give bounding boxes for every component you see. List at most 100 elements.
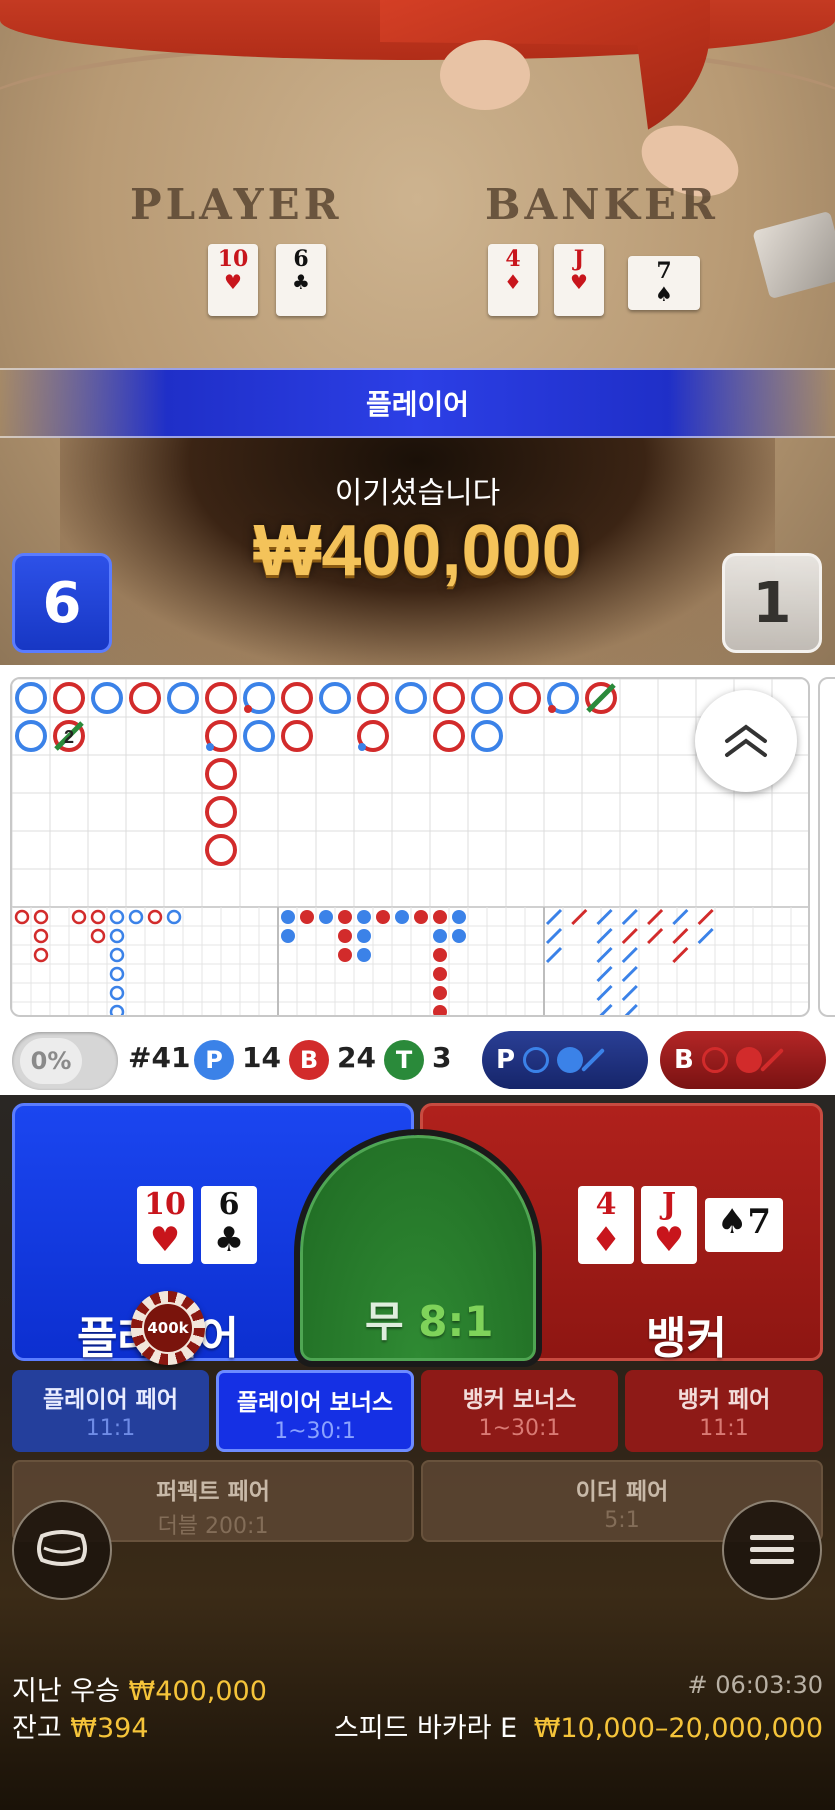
small-road-mark [300,910,314,924]
big-road-bead [205,758,237,790]
cockroach-mark [621,927,638,945]
blue-dot-icon [557,1047,584,1073]
player-pair-bet[interactable]: 플레이어 페어 11:1 [12,1370,209,1452]
percentage-toggle[interactable]: 0% [12,1032,118,1090]
small-road-mark [319,910,333,924]
bet-limits: ₩10,000–20,000,000 [533,1713,823,1744]
small-road-mark [357,929,371,943]
small-road-mark [281,929,295,943]
small-road-mark [357,910,371,924]
card-rank: 10 [217,246,249,272]
roadmap-grid[interactable]: 2 [10,677,810,1017]
card-rank: 6 [218,1187,240,1222]
card-suit: ♦ [504,270,522,294]
player-bonus-bet[interactable]: 플레이어 보너스 1~30:1 [216,1370,414,1452]
big-eye-mark [109,966,125,982]
placed-chip[interactable]: 400k [131,1291,205,1365]
table-banker-label: BANKER [485,180,719,229]
card-suit: ♣ [213,1220,245,1260]
side-bet-odds: 1~30:1 [478,1416,561,1441]
collapse-roadmap-button[interactable] [695,690,797,792]
card-rank: 6 [293,246,309,272]
banker-card-3: ♠7 [705,1198,783,1252]
card-suit: ♥ [570,270,588,294]
banker-spot-label: 뱅커 [646,1313,727,1364]
small-road-mark [433,910,447,924]
banker-bonus-bet[interactable]: 뱅커 보너스 1~30:1 [421,1370,618,1452]
chat-button[interactable] [12,1500,112,1600]
betting-area: 10 ♥ 6 ♣ 플레이어 400k 4 ♦ J ♥ ♠7 [0,1095,835,1810]
big-road-bead [281,682,313,714]
tie-count-mark: 2 [64,727,74,747]
big-eye-mark [90,928,106,944]
small-road-mark [338,929,352,943]
roadmap-svg: 2 [12,679,808,1015]
big-eye-mark [109,985,125,1001]
small-road-mark [452,910,466,924]
player-card-1: 10 ♥ [137,1186,193,1264]
last-win-label: 지난 우승 [12,1676,120,1707]
big-eye-mark [109,947,125,963]
card-suit: ♣ [292,270,310,294]
card-rank: 7 [747,1202,772,1242]
table-info[interactable]: 스피드 바카라 E ₩10,000–20,000,000 [334,1706,823,1745]
card-rank: J [573,246,585,272]
side-bet-odds: 11:1 [85,1416,136,1441]
banker-ask-button[interactable]: B [660,1031,826,1089]
table-banker-card-2: J ♥ [554,244,604,316]
blue-slash-icon [581,1047,606,1073]
banker-pair-bet[interactable]: 뱅커 페어 11:1 [625,1370,823,1452]
small-road-mark [414,910,428,924]
table-name: 스피드 바카라 E [333,1713,518,1744]
tie-spot-label: 무 8:1 [365,1288,494,1349]
cockroach-mark [545,927,563,945]
cockroach-mark [697,908,714,926]
cockroach-mark [647,927,664,945]
player-count: 14 [242,1041,281,1074]
big-road-bead [433,720,465,752]
banker-card-2: J ♥ [641,1186,697,1264]
table-player-card-2: 6 ♣ [276,244,326,316]
big-road-bead [509,682,541,714]
card-suit: ♥ [224,270,242,294]
scoreboard-panel: 2 0% #41 P 14 B 24 T 3 P B [0,665,835,1095]
player-ask-button[interactable]: P [482,1031,648,1089]
side-bet-label: 플레이어 페어 [43,1387,178,1413]
card-suit: ♠ [655,282,673,306]
red-ring-icon [701,1047,728,1073]
pair-dot [358,743,366,751]
side-bet-label: 퍼펙트 페어 [156,1479,270,1505]
small-road-mark [376,910,390,924]
hamburger-menu-icon [750,1535,794,1564]
cockroach-mark [647,908,664,926]
banker-card-1: 4 ♦ [578,1186,634,1264]
big-eye-mark [109,909,125,925]
table-banker-card-1: 4 ♦ [488,244,538,316]
side-bet-label: 플레이어 보너스 [236,1390,394,1416]
menu-button[interactable] [722,1500,822,1600]
cockroach-mark [545,908,563,926]
balance-amount: ₩394 [70,1713,149,1744]
cockroach-mark [596,965,613,983]
card-rank: 4 [505,246,521,272]
win-amount: ₩400,000 [253,511,582,591]
big-road-bead [243,720,275,752]
dealer-hand-left [440,40,530,110]
last-win-row: 지난 우승 ₩400,000 [12,1669,267,1708]
tie-bet-spot[interactable]: 무 8:1 [294,1129,542,1367]
big-eye-mark [90,909,106,925]
cockroach-mark [599,1003,613,1015]
pair-dot [548,705,556,713]
small-road-mark [395,910,409,924]
big-road-bead [471,720,503,752]
big-eye-mark [71,909,87,925]
big-road-bead [53,682,85,714]
player-score: 6 [12,553,112,653]
card-rank: 10 [144,1187,186,1222]
cockroach-mark [596,946,613,964]
stats-bar: 0% #41 P 14 B 24 T 3 P B [0,1025,835,1095]
big-eye-mark [33,928,49,944]
small-road-mark [433,1005,447,1015]
cockroach-mark [545,946,563,964]
next-roadmap-peek[interactable] [818,677,835,1017]
